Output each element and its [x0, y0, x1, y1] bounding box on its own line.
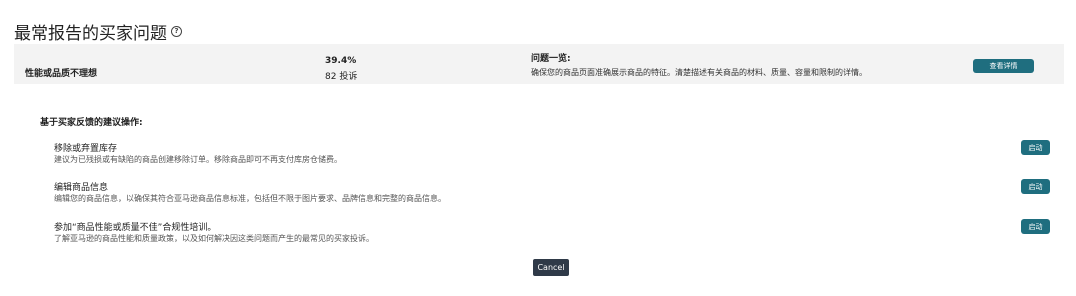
- page-title-text: 最常报告的买家问题: [14, 24, 167, 44]
- issue-category: 性能或品质不理想: [25, 69, 98, 79]
- action-description-edit-listing: 编辑您的商品信息，以确保其符合亚马逊商品信息标准，包括但不限于图片要求、品牌信息…: [54, 194, 446, 203]
- action-description-compliance-training: 了解亚马逊的商品性能和质量政策，以及如何解决因这类问题而产生的最常见的买家投诉。: [54, 234, 374, 243]
- issue-percent: 39.4%: [325, 56, 357, 66]
- start-button-edit-listing[interactable]: 启动: [1021, 179, 1050, 194]
- complaint-count: 82 投诉: [325, 72, 358, 82]
- recommendations-heading: 基于买家反馈的建议操作:: [40, 118, 143, 128]
- issue-summary-row: 性能或品质不理想 39.4% 82 投诉 问题一览: 确保您的商品页面准确展示商…: [14, 44, 1064, 84]
- start-button-remove-inventory[interactable]: 启动: [1021, 140, 1050, 155]
- page-title: 最常报告的买家问题 ?: [14, 19, 182, 44]
- action-description-remove-inventory: 建议为已残损或有缺陷的商品创建移除订单。移除商品即可不再支付库房仓储费。: [54, 155, 342, 164]
- view-details-button[interactable]: 查看详情: [973, 59, 1034, 73]
- action-title-edit-listing: 编辑商品信息: [54, 183, 109, 193]
- action-title-remove-inventory: 移除或弃置库存: [54, 144, 118, 154]
- cancel-button[interactable]: Cancel: [533, 259, 569, 276]
- issue-overview-text: 确保您的商品页面准确展示商品的特征。清楚描述有关商品的材料、质量、容量和限制的详…: [531, 68, 867, 77]
- issue-overview-heading: 问题一览:: [531, 54, 571, 64]
- start-button-compliance-training[interactable]: 启动: [1021, 219, 1050, 234]
- help-icon[interactable]: ?: [171, 26, 182, 37]
- action-title-compliance-training: 参加“商品性能或质量不佳”合规性培训。: [54, 223, 217, 233]
